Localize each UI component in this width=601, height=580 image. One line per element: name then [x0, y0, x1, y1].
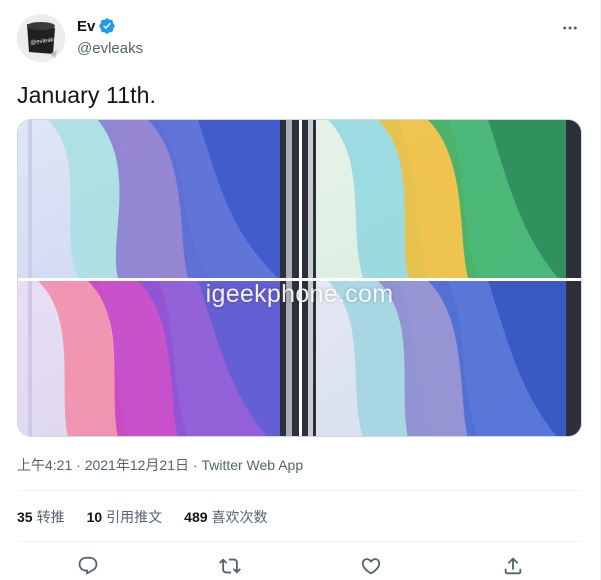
likes-stat[interactable]: 489 喜欢次数	[184, 507, 267, 527]
likes-count: 489	[184, 509, 208, 525]
likes-label: 喜欢次数	[211, 509, 268, 525]
author-handle[interactable]: @evleaks	[77, 40, 143, 57]
heart-icon	[361, 558, 381, 575]
reply-button[interactable]	[75, 553, 101, 579]
tweet-stats: 35 转推 10 引用推文 489 喜欢次数	[17, 507, 268, 527]
media-watermark: igeekphone.com	[205, 280, 394, 308]
author-name-text: Ev	[77, 17, 96, 35]
more-horizontal-icon	[563, 26, 577, 30]
divider	[17, 541, 583, 542]
like-button[interactable]	[358, 553, 384, 579]
quotes-count: 10	[86, 509, 103, 525]
reply-icon	[78, 556, 98, 575]
tweet-source[interactable]: Twitter Web App	[201, 457, 303, 473]
retweet-button[interactable]	[217, 553, 243, 579]
avatar-image: @evleaks	[17, 14, 65, 62]
more-options-button[interactable]	[558, 16, 582, 40]
retweets-stat[interactable]: 35 转推	[17, 507, 65, 527]
retweet-icon	[219, 558, 241, 574]
media-photo-grid	[18, 120, 581, 436]
photo-top-right	[302, 120, 581, 278]
quotes-stat[interactable]: 10 引用推文	[87, 507, 163, 527]
tweet-media[interactable]: igeekphone.com	[17, 119, 582, 437]
divider	[17, 490, 583, 491]
tweet-metadata: 上午4:21 · 2021年12月21日 · Twitter Web App	[17, 455, 303, 475]
share-icon	[504, 557, 522, 575]
quotes-label: 引用推文	[106, 509, 163, 525]
share-button[interactable]	[500, 553, 526, 579]
verified-badge-icon	[99, 18, 116, 34]
retweets-label: 转推	[36, 509, 65, 525]
photo-top-left	[18, 120, 299, 278]
tweet: @evleaks Ev @evleaks January 11th. igeek…	[0, 0, 601, 580]
author-name[interactable]: Ev	[77, 17, 116, 35]
tweet-text: January 11th.	[17, 82, 156, 108]
tweet-actions	[0, 553, 601, 579]
avatar[interactable]: @evleaks	[17, 14, 65, 62]
tweet-timestamp[interactable]: 上午4:21 · 2021年12月21日	[17, 457, 189, 473]
retweets-count: 35	[17, 509, 33, 525]
